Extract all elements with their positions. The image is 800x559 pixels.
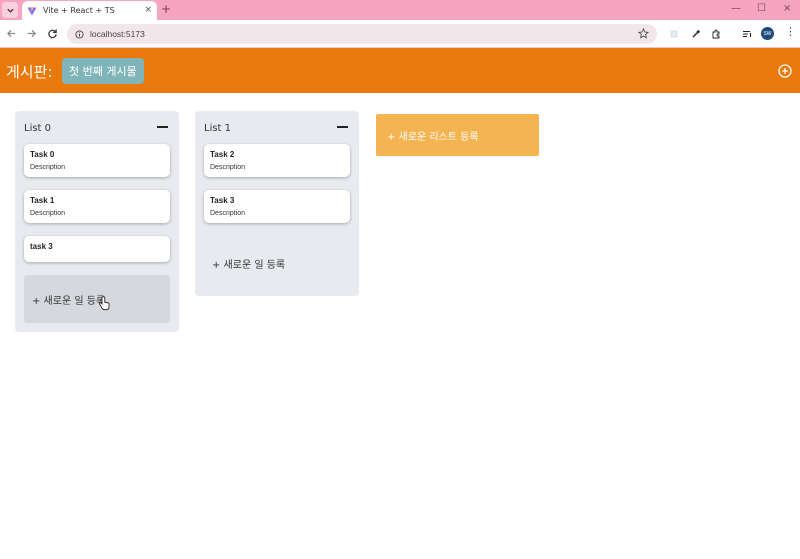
tab-search-button[interactable] <box>2 2 18 18</box>
task-card[interactable]: Task 0 Description <box>24 144 170 177</box>
url-text: localhost:5173 <box>90 29 145 39</box>
task-card[interactable]: task 3 <box>24 236 170 262</box>
browser-tab[interactable]: Vite + React + TS × <box>22 1 157 20</box>
task-title: Task 2 <box>210 150 235 159</box>
list-header: List 0 <box>15 111 179 145</box>
browser-toolbar: localhost:5173 SW ⋮ <box>0 20 800 48</box>
task-description: Description <box>30 164 66 171</box>
task-description: Description <box>30 210 66 217</box>
hand-pointer-cursor-icon <box>99 296 110 311</box>
task-card[interactable]: Task 3 Description <box>204 190 350 223</box>
tab-close-icon[interactable]: × <box>144 5 152 15</box>
add-task-button[interactable]: + 새로운 일 등록 <box>24 275 170 323</box>
list-menu-minus-icon[interactable] <box>337 126 348 128</box>
browser-tab-strip: Vite + React + TS × + — ☐ × <box>0 0 800 20</box>
tab-title: Vite + React + TS <box>43 6 115 15</box>
maximize-button[interactable]: ☐ <box>757 3 766 15</box>
extensions-puzzle-icon[interactable] <box>710 28 721 39</box>
task-title: Task 3 <box>210 196 235 205</box>
list-header: List 1 <box>195 111 359 145</box>
bookmark-star-icon[interactable] <box>638 28 649 39</box>
list-title: List 1 <box>204 123 232 134</box>
new-tab-button[interactable]: + <box>161 3 171 15</box>
task-card[interactable]: Task 2 Description <box>204 144 350 177</box>
media-controls-icon[interactable] <box>741 28 752 39</box>
browser-menu-icon[interactable]: ⋮ <box>785 26 796 38</box>
task-title: task 3 <box>30 242 53 251</box>
add-list-button[interactable]: + 새로운 리스트 등록 <box>376 114 539 156</box>
board-tab[interactable]: 첫 번째 게시물 <box>62 58 144 84</box>
extension-icon[interactable] <box>668 28 679 39</box>
list-column: List 0 Task 0 Description Task 1 Descrip… <box>15 111 179 332</box>
list-menu-minus-icon[interactable] <box>157 126 168 128</box>
app-header: 게시판: 첫 번째 게시물 <box>0 48 800 93</box>
close-window-button[interactable]: × <box>783 3 791 15</box>
add-board-plus-circle-icon[interactable] <box>778 64 792 78</box>
back-arrow-icon[interactable] <box>5 27 17 39</box>
task-description: Description <box>210 210 246 217</box>
list-title: List 0 <box>24 123 52 134</box>
add-task-button[interactable]: + 새로운 일 등록 <box>204 239 350 287</box>
vite-logo-icon <box>27 6 37 16</box>
minimize-button[interactable]: — <box>731 3 741 15</box>
task-card[interactable]: Task 1 Description <box>24 190 170 223</box>
list-column: List 1 Task 2 Description Task 3 Descrip… <box>195 111 359 296</box>
task-description: Description <box>210 164 246 171</box>
site-info-icon[interactable] <box>75 29 84 39</box>
eyedropper-icon[interactable] <box>690 28 701 39</box>
address-bar[interactable]: localhost:5173 <box>67 24 657 44</box>
reload-icon[interactable] <box>46 27 58 39</box>
task-title: Task 1 <box>30 196 55 205</box>
chevron-down-icon <box>6 8 14 13</box>
board-label: 게시판: <box>6 63 53 81</box>
task-title: Task 0 <box>30 150 55 159</box>
forward-arrow-icon[interactable] <box>25 27 37 39</box>
profile-avatar[interactable]: SW <box>761 27 774 40</box>
